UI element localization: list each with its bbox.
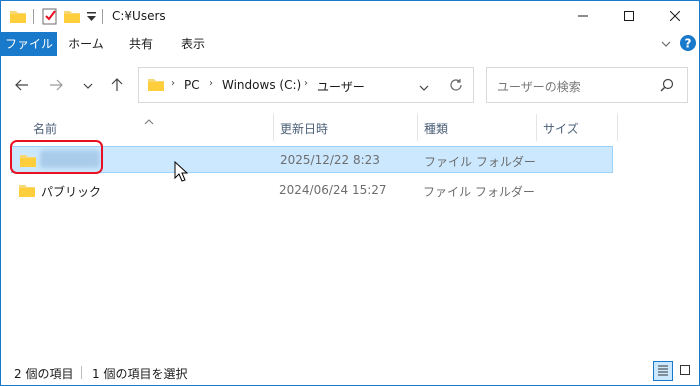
forward-button[interactable] <box>46 76 66 96</box>
navigation-bar: › PC › Windows (C:) › ユーザー ユーザーの検索 <box>1 56 699 114</box>
file-row[interactable]: パブリック 2024/06/24 15:27 ファイル フォルダー <box>11 177 613 204</box>
breadcrumb-users[interactable]: ユーザー <box>317 78 365 95</box>
column-divider[interactable] <box>273 114 274 141</box>
tab-home[interactable]: ホーム <box>57 32 115 56</box>
tab-share[interactable]: 共有 <box>115 32 167 56</box>
properties-checkmark-icon[interactable] <box>42 7 58 28</box>
back-button[interactable] <box>12 76 32 96</box>
title-bar: C:¥Users <box>1 1 699 32</box>
folder-icon <box>148 77 164 94</box>
folder-icon <box>19 183 35 200</box>
details-view-icon <box>657 364 669 379</box>
file-type: ファイル フォルダー <box>424 155 536 169</box>
help-icon[interactable]: ? <box>680 35 696 54</box>
customize-dropdown-icon[interactable] <box>87 11 96 25</box>
chevron-right-icon[interactable]: › <box>209 78 213 89</box>
explorer-window: C:¥Users ファイル ホーム 共有 表示 ? › PC › Windows… <box>0 0 700 386</box>
expand-ribbon-icon[interactable] <box>661 38 671 52</box>
column-header-name[interactable]: 名前 <box>33 120 57 137</box>
maximize-icon <box>624 10 634 24</box>
minimize-button[interactable] <box>560 1 606 32</box>
status-bar: 2 個の項目 1 個の項目を選択 <box>1 359 699 385</box>
minimize-icon <box>578 10 588 24</box>
search-placeholder: ユーザーの検索 <box>497 80 581 94</box>
separator <box>33 9 34 24</box>
details-view-button[interactable] <box>653 361 673 381</box>
svg-text:?: ? <box>685 37 692 51</box>
address-dropdown-icon[interactable] <box>419 81 429 95</box>
close-button[interactable] <box>652 1 698 32</box>
maximize-button[interactable] <box>606 1 652 32</box>
recent-locations-button[interactable] <box>78 76 98 96</box>
selected-count: 1 個の項目を選択 <box>92 367 188 381</box>
separator <box>81 366 82 379</box>
column-headers: 名前 更新日時 種類 サイズ <box>1 114 699 141</box>
up-button[interactable] <box>107 76 127 96</box>
refresh-icon[interactable] <box>449 78 463 95</box>
column-header-date[interactable]: 更新日時 <box>280 120 328 137</box>
back-arrow-icon <box>15 79 29 94</box>
tab-view[interactable]: 表示 <box>167 32 219 56</box>
file-type: ファイル フォルダー <box>423 185 535 199</box>
large-icons-view-button[interactable] <box>675 361 695 381</box>
window-title: C:¥Users <box>112 9 166 23</box>
mouse-cursor-icon <box>174 160 189 186</box>
column-divider[interactable] <box>617 114 618 141</box>
chevron-down-icon <box>83 79 93 93</box>
column-divider[interactable] <box>536 114 537 141</box>
item-count: 2 個の項目 <box>14 367 74 381</box>
address-bar[interactable]: › PC › Windows (C:) › ユーザー <box>138 67 474 103</box>
breadcrumb-drive[interactable]: Windows (C:) <box>222 78 301 92</box>
column-header-size[interactable]: サイズ <box>543 120 579 137</box>
chevron-right-icon[interactable]: › <box>304 78 308 89</box>
column-divider[interactable] <box>417 114 418 141</box>
file-date: 2024/06/24 15:27 <box>279 183 387 197</box>
new-folder-icon[interactable] <box>64 9 80 26</box>
sort-ascending-icon <box>144 114 154 128</box>
up-arrow-icon <box>111 77 123 95</box>
folder-icon <box>10 9 26 26</box>
column-header-type[interactable]: 種類 <box>424 120 448 137</box>
close-icon <box>669 10 681 24</box>
file-name: パブリック <box>41 185 102 199</box>
large-icons-view-icon <box>679 364 691 379</box>
highlight-box <box>10 140 103 174</box>
search-icon[interactable] <box>660 78 674 95</box>
ribbon-tabs: ファイル ホーム 共有 表示 ? <box>1 32 699 57</box>
tab-file[interactable]: ファイル <box>1 32 57 56</box>
chevron-right-icon[interactable]: › <box>171 78 175 89</box>
search-box[interactable]: ユーザーの検索 <box>486 67 688 103</box>
separator <box>102 9 103 24</box>
forward-arrow-icon <box>49 79 63 94</box>
breadcrumb-pc[interactable]: PC <box>184 78 200 92</box>
file-date: 2025/12/22 8:23 <box>280 153 380 167</box>
